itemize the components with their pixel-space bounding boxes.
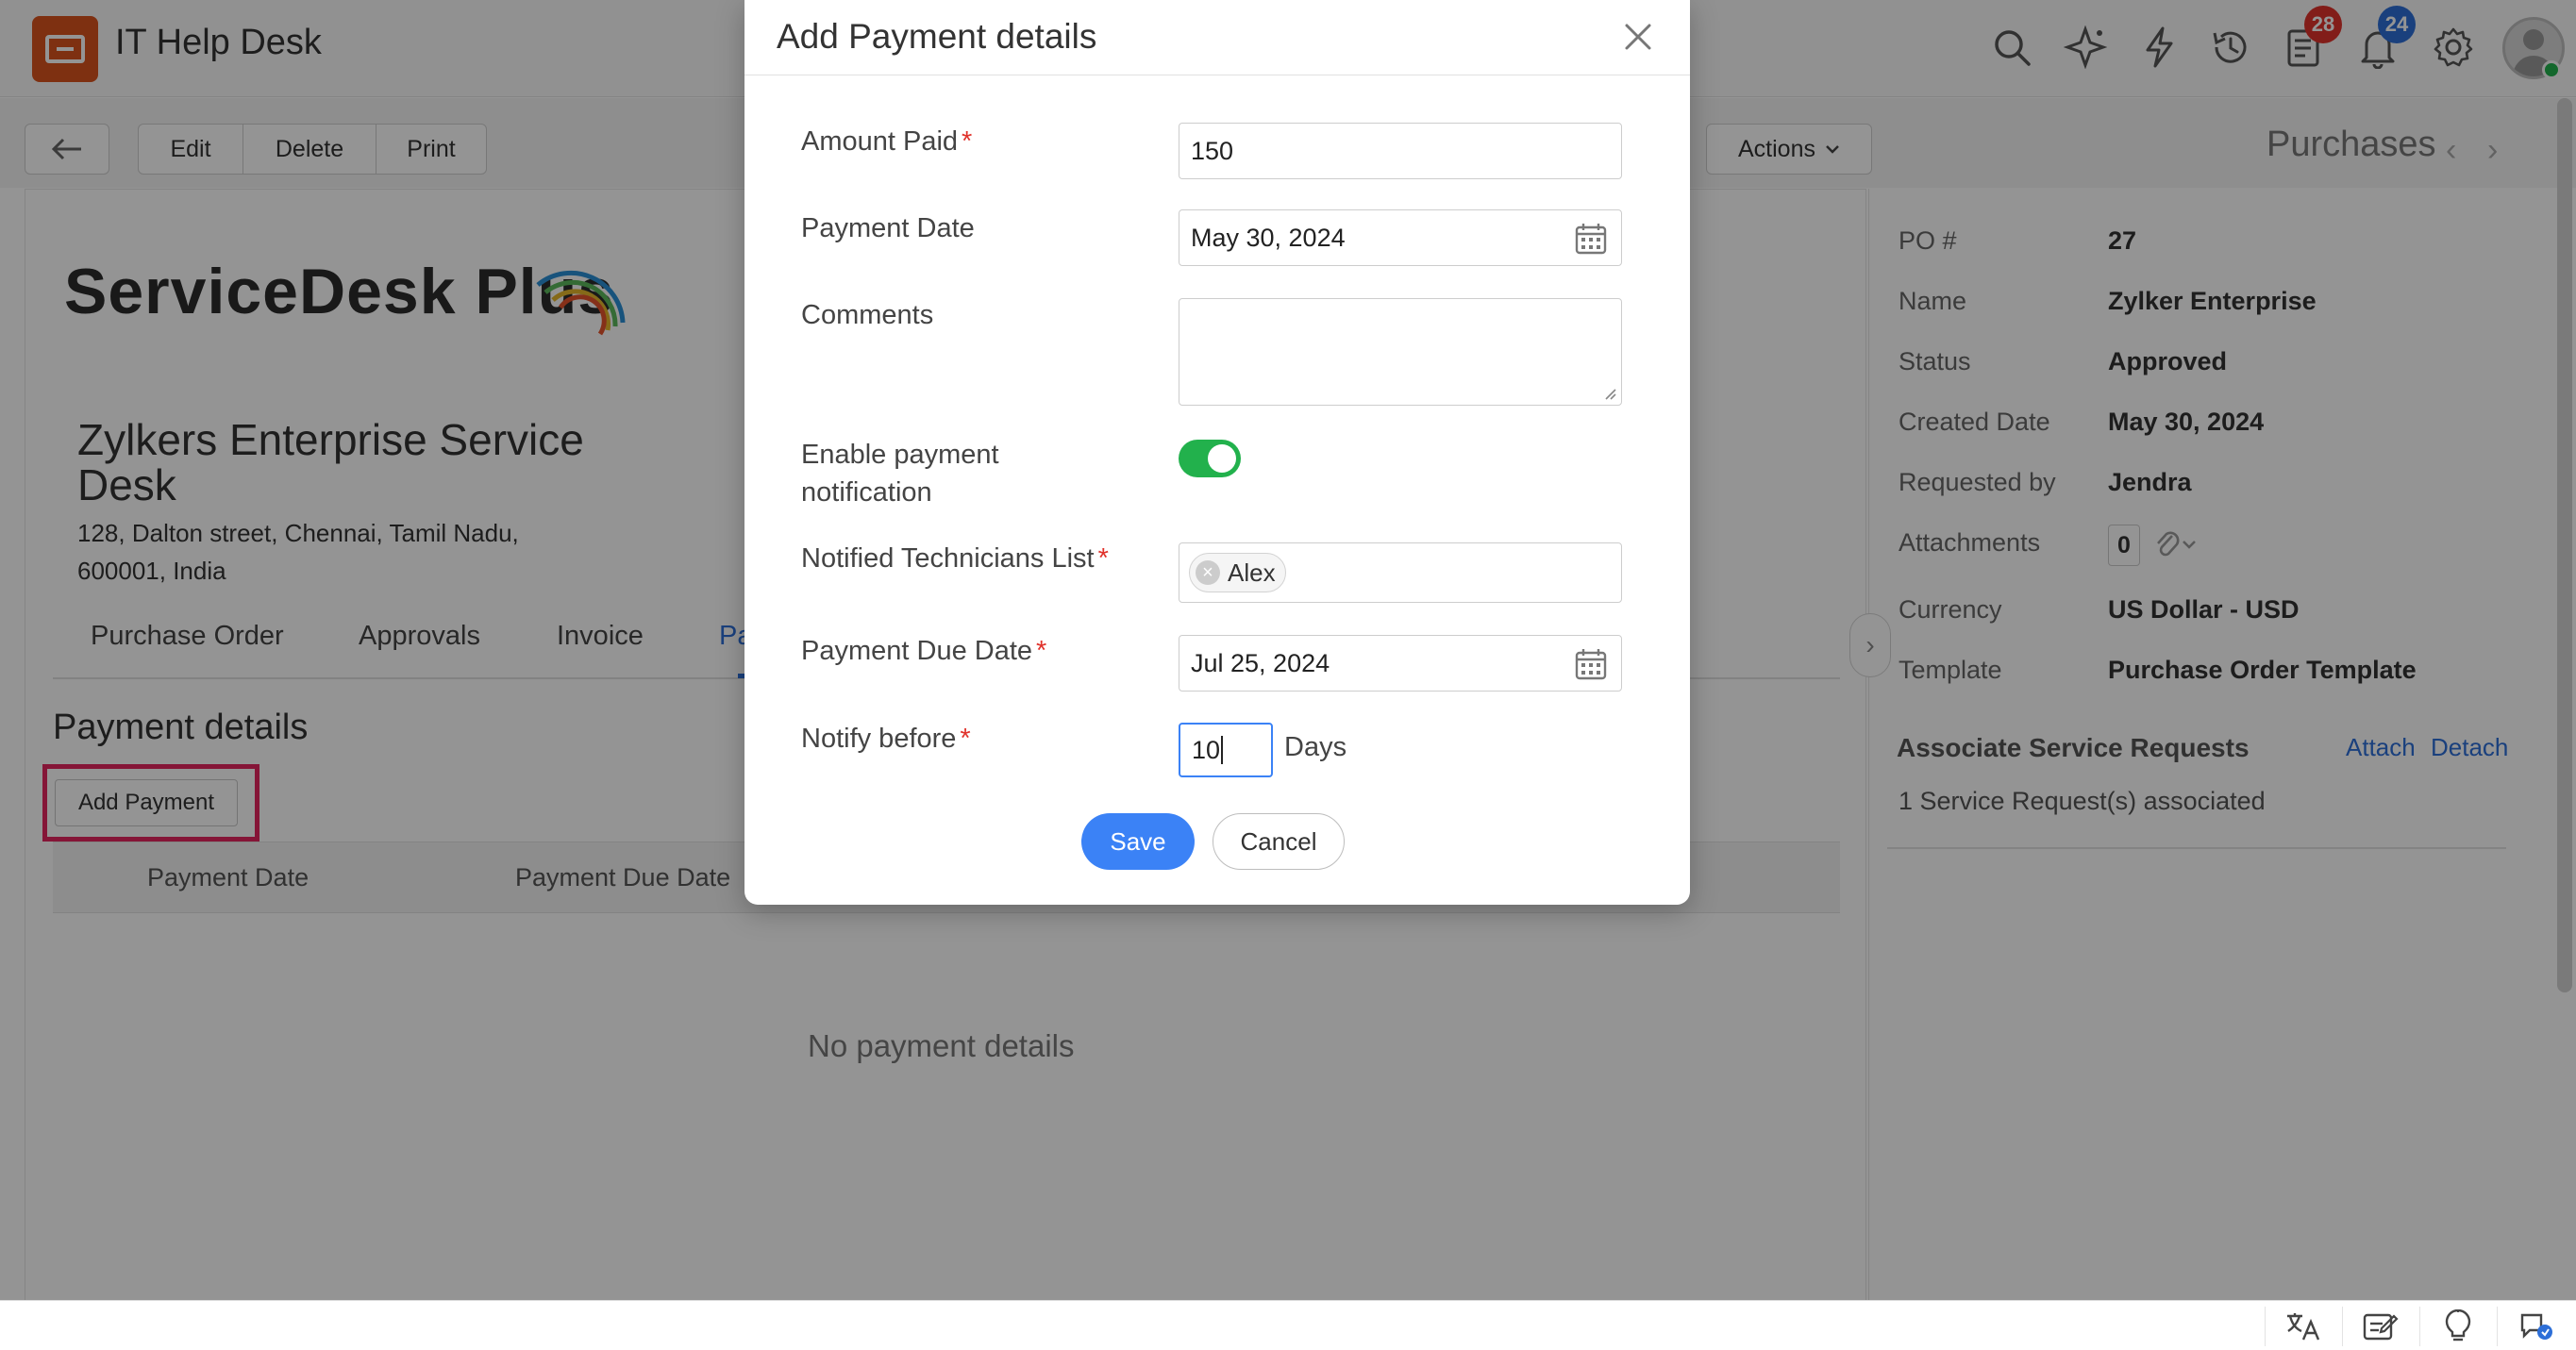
notify-before-label: Notify before *: [801, 720, 1169, 758]
payment-due-date-label: Payment Due Date *: [801, 632, 1169, 670]
dialog-header: Add Payment details: [744, 0, 1690, 75]
cancel-button[interactable]: Cancel: [1213, 813, 1345, 870]
notify-before-input[interactable]: 10: [1179, 723, 1273, 777]
notify-before-label-text: Notify before: [801, 724, 957, 754]
payment-due-date-input[interactable]: Jul 25, 2024: [1179, 635, 1622, 692]
technician-name: Alex: [1228, 558, 1276, 587]
payment-due-date-label-text: Payment Due Date: [801, 636, 1033, 666]
technician-chip: × Alex: [1189, 553, 1286, 592]
technicians-label-text: Notified Technicians List: [801, 543, 1095, 574]
technicians-label: Notified Technicians List *: [801, 540, 1169, 577]
payment-due-date-value: Jul 25, 2024: [1191, 648, 1330, 677]
remove-chip-icon[interactable]: ×: [1196, 560, 1220, 585]
comments-textarea[interactable]: [1179, 298, 1622, 406]
amount-paid-label-text: Amount Paid: [801, 126, 959, 157]
save-button[interactable]: Save: [1081, 813, 1195, 870]
payment-date-input[interactable]: May 30, 2024: [1179, 209, 1622, 266]
payment-notification-toggle[interactable]: [1179, 440, 1241, 477]
chat-icon[interactable]: [2497, 1307, 2572, 1346]
comments-label: Comments: [801, 300, 934, 330]
amount-paid-value: 150: [1191, 136, 1234, 165]
calendar-icon[interactable]: [1574, 222, 1608, 256]
bottom-status-bar: [0, 1300, 2576, 1350]
days-unit-label: Days: [1284, 732, 1347, 762]
required-marker: *: [1097, 543, 1109, 574]
translate-icon[interactable]: [2265, 1307, 2340, 1346]
text-caret: [1221, 736, 1224, 764]
bulb-icon[interactable]: [2419, 1307, 2495, 1346]
payment-date-label: Payment Date: [801, 213, 975, 243]
required-marker: *: [962, 126, 973, 157]
payment-notification-label: Enable payment notification: [801, 440, 999, 508]
calendar-icon[interactable]: [1574, 647, 1608, 681]
amount-paid-input[interactable]: 150: [1179, 123, 1622, 179]
resize-grip-icon[interactable]: [1602, 386, 1617, 401]
close-icon[interactable]: [1614, 13, 1662, 60]
payment-date-value: May 30, 2024: [1191, 223, 1346, 252]
required-marker: *: [960, 724, 971, 754]
dialog-title: Add Payment details: [777, 17, 1097, 56]
technicians-input[interactable]: × Alex: [1179, 542, 1622, 603]
notify-before-value: 10: [1192, 735, 1221, 764]
add-payment-dialog: Add Payment details Amount Paid * 150 Pay…: [744, 0, 1690, 905]
note-icon[interactable]: [2342, 1307, 2417, 1346]
amount-paid-label: Amount Paid *: [801, 123, 1169, 160]
required-marker: *: [1036, 636, 1047, 666]
